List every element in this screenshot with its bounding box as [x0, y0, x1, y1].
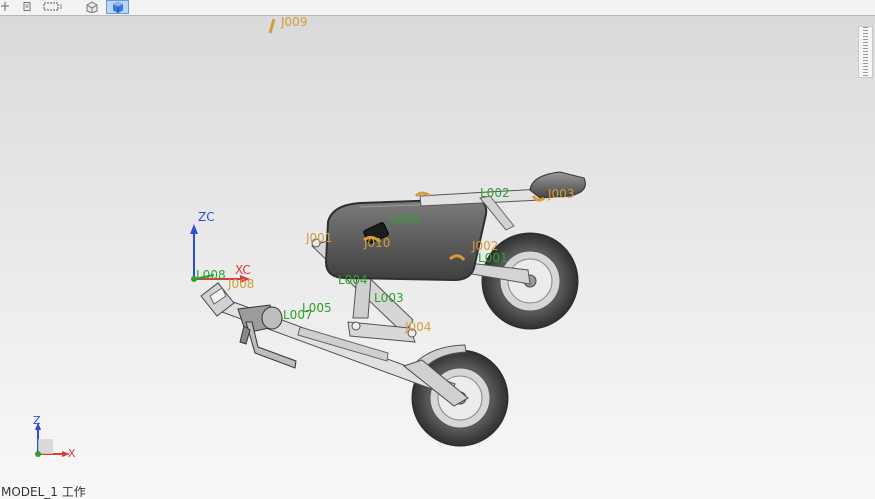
toolbar: [0, 0, 875, 16]
list-icon[interactable]: [22, 0, 32, 13]
link-label-l003[interactable]: L003: [374, 292, 404, 305]
link-label-l007[interactable]: L007: [283, 309, 313, 322]
link-label-l008[interactable]: L008: [196, 269, 226, 282]
triad-x-label: X: [68, 447, 76, 460]
graphics-viewport[interactable]: J009 L002 J003 L009 J001 J010 J002 L001 …: [0, 16, 875, 499]
select-box-icon[interactable]: [42, 0, 66, 13]
snap-grid-icon[interactable]: [0, 0, 10, 13]
link-label-l009[interactable]: L009: [390, 213, 420, 226]
joint-label-j001[interactable]: J001: [306, 232, 332, 245]
joint-label-j008[interactable]: J008: [228, 278, 254, 291]
joint-label-j004[interactable]: J004: [405, 321, 431, 334]
wcs-x-label: XC: [235, 263, 251, 277]
link-label-l004[interactable]: L004: [338, 274, 368, 287]
joint-label-j010[interactable]: J010: [364, 237, 390, 250]
joint-label-j009[interactable]: J009: [281, 16, 307, 29]
link-label-l001[interactable]: L001: [478, 252, 508, 265]
joint-label-j003[interactable]: J003: [548, 188, 574, 201]
scooter-model[interactable]: [0, 16, 875, 499]
joint-marker-j009[interactable]: [268, 18, 276, 34]
wcs-z-label: ZC: [198, 210, 215, 224]
shaded-cube-icon[interactable]: [106, 0, 129, 14]
wireframe-cube-icon[interactable]: [84, 0, 100, 13]
resource-bar-grip[interactable]: [858, 26, 873, 78]
work-part-status: MODEL_1 工作: [1, 485, 86, 499]
triad-z-label: Z: [33, 414, 41, 427]
link-label-l002[interactable]: L002: [480, 187, 510, 200]
view-triad[interactable]: [35, 422, 70, 457]
